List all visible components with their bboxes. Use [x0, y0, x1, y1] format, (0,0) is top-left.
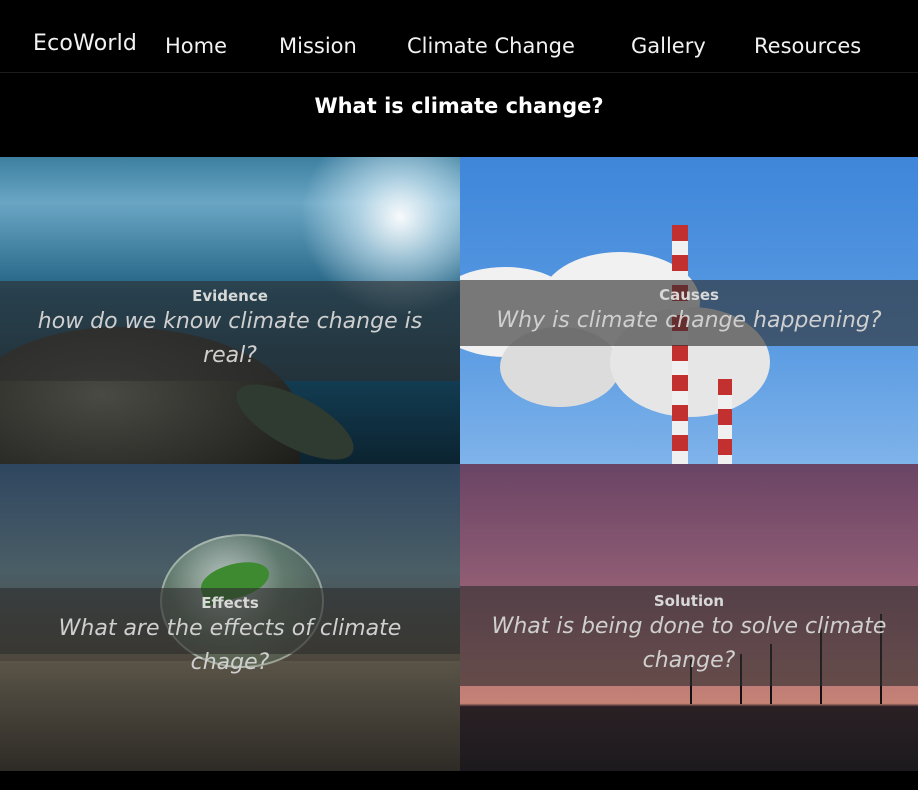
tile-caption-band: Evidence how do we know climate change i…	[0, 281, 460, 381]
tile-title: Solution	[653, 592, 725, 610]
brand-logo-text[interactable]: EcoWorld	[33, 31, 137, 56]
top-nav: EcoWorld Home Mission Climate Change Gal…	[0, 0, 918, 73]
nav-link-home[interactable]: Home	[165, 34, 227, 58]
tile-title: Effects	[201, 594, 259, 612]
nav-link-climate-change[interactable]: Climate Change	[407, 34, 575, 58]
tile-causes[interactable]: Causes Why is climate change happening?	[460, 157, 918, 464]
smokestack-shape	[718, 379, 732, 464]
tile-solution[interactable]: Solution What is being done to solve cli…	[460, 464, 918, 771]
nav-link-gallery[interactable]: Gallery	[631, 34, 706, 58]
tile-question: What is being done to solve climate chan…	[491, 614, 887, 673]
tile-caption-band: Causes Why is climate change happening?	[460, 280, 918, 346]
tile-caption-band: Solution What is being done to solve cli…	[460, 586, 918, 686]
tile-title: Causes	[659, 286, 719, 304]
page-title: What is climate change?	[314, 94, 604, 118]
tile-question: how do we know climate change is real?	[37, 309, 423, 368]
nav-link-mission[interactable]: Mission	[279, 34, 357, 58]
tile-effects[interactable]: Effects What are the effects of climate …	[0, 464, 460, 771]
tile-caption-band: Effects What are the effects of climate …	[0, 588, 460, 675]
tile-evidence[interactable]: Evidence how do we know climate change i…	[0, 157, 460, 464]
tile-question: What are the effects of climate chage?	[58, 616, 402, 675]
nav-link-resources[interactable]: Resources	[754, 34, 861, 58]
tile-question: Why is climate change happening?	[496, 308, 882, 333]
tile-title: Evidence	[192, 287, 268, 305]
